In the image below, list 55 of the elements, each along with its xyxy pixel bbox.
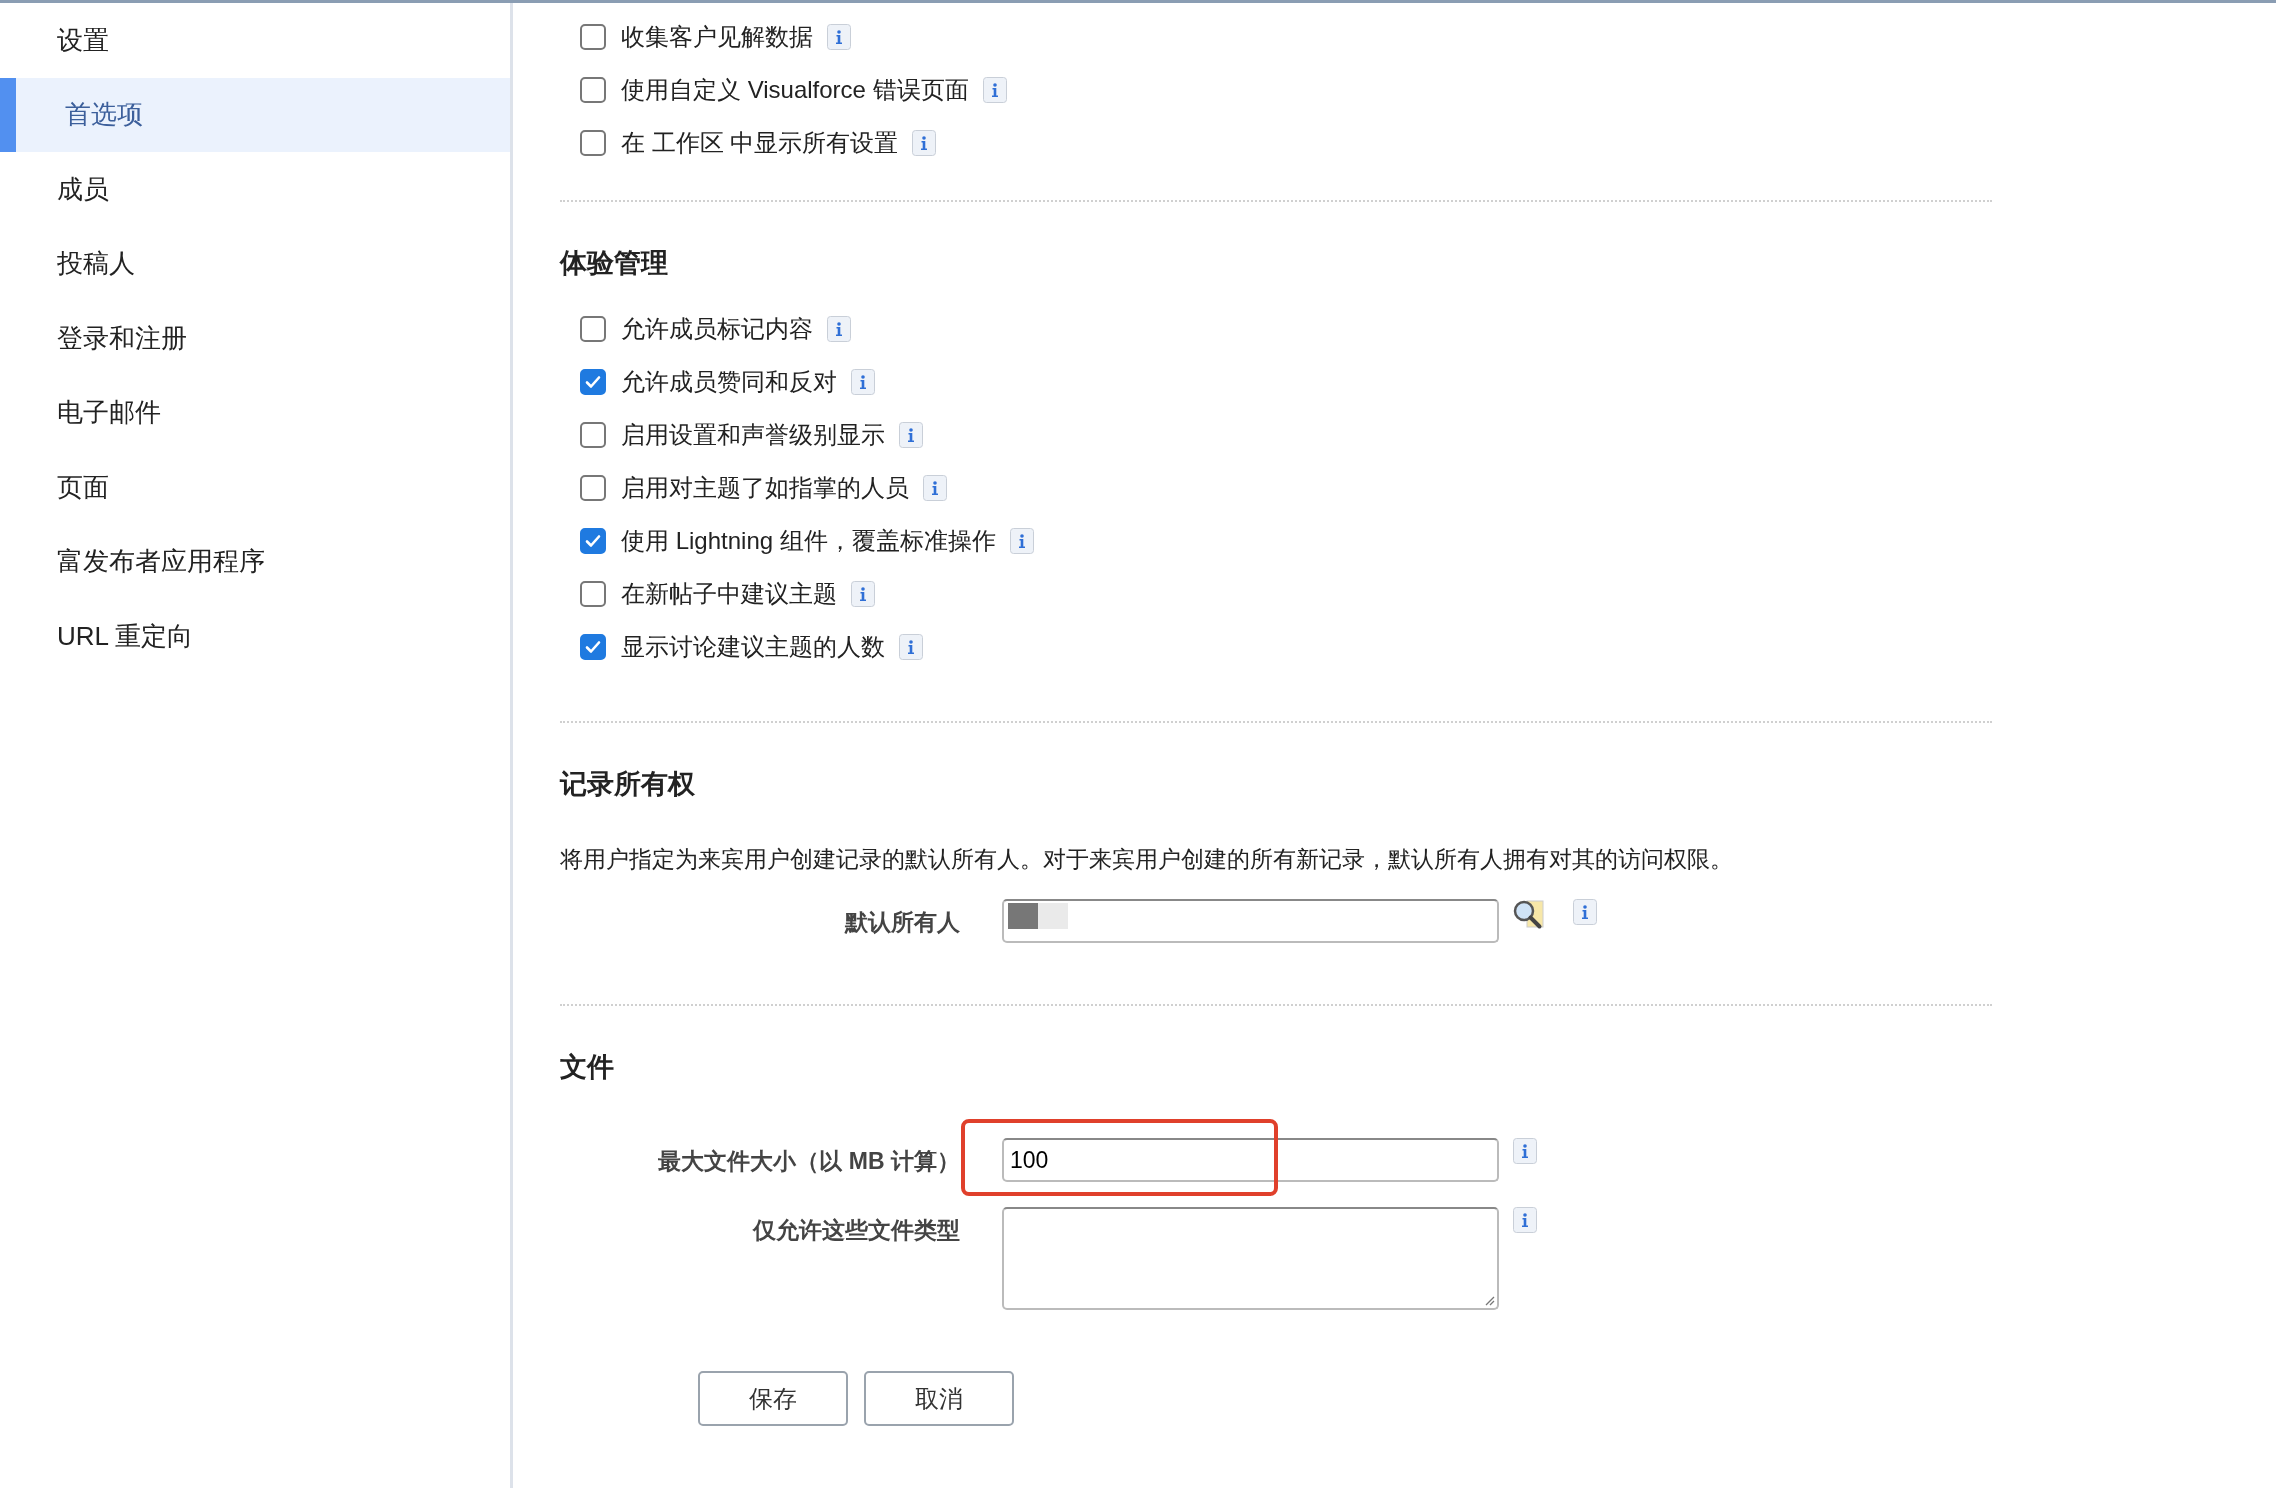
checkbox[interactable] bbox=[580, 76, 606, 103]
sidebar-item[interactable]: 登录和注册 bbox=[0, 301, 510, 376]
option-label: 启用设置和声誉级别显示 bbox=[621, 419, 885, 450]
info-icon[interactable] bbox=[1009, 527, 1034, 554]
search-icon[interactable] bbox=[1511, 899, 1545, 931]
info-icon[interactable] bbox=[923, 474, 947, 501]
option-label: 使用自定义 Visualforce 错误页面 bbox=[621, 74, 969, 105]
checkbox[interactable] bbox=[580, 474, 606, 501]
sidebar-item[interactable]: 首选项 bbox=[0, 77, 510, 152]
info-icon[interactable] bbox=[912, 129, 937, 156]
info-icon[interactable] bbox=[827, 23, 851, 50]
section-heading: 文件 bbox=[560, 1051, 615, 1084]
field-label: 默认所有人 bbox=[843, 908, 960, 937]
action-button[interactable]: 保存 bbox=[698, 1371, 848, 1426]
section-heading: 记录所有权 bbox=[560, 768, 696, 801]
action-button[interactable]: 取消 bbox=[864, 1371, 1014, 1426]
field-label: 最大文件大小（以 MB 计算） bbox=[657, 1147, 960, 1176]
info-icon[interactable] bbox=[827, 315, 851, 342]
option-label: 允许成员赞同和反对 bbox=[621, 366, 837, 397]
info-icon[interactable] bbox=[1513, 1207, 1537, 1233]
sidebar-item[interactable]: 富发布者应用程序 bbox=[0, 524, 510, 599]
sidebar-item[interactable]: 设置 bbox=[0, 3, 510, 78]
checkbox[interactable] bbox=[580, 368, 606, 395]
info-icon[interactable] bbox=[1573, 899, 1597, 925]
field-label: 仅允许这些文件类型 bbox=[751, 1216, 960, 1245]
option-label: 使用 Lightning 组件，覆盖标准操作 bbox=[621, 525, 996, 556]
info-icon[interactable] bbox=[899, 633, 923, 660]
option-label: 在新帖子中建议主题 bbox=[621, 578, 837, 609]
checkbox[interactable] bbox=[580, 129, 606, 156]
info-icon[interactable] bbox=[1513, 1138, 1537, 1164]
checkbox[interactable] bbox=[580, 527, 606, 554]
sidebar-item[interactable]: 成员 bbox=[0, 152, 510, 227]
checkbox[interactable] bbox=[580, 421, 606, 448]
input-field[interactable]: 100 bbox=[1002, 1138, 1499, 1182]
info-icon[interactable] bbox=[851, 580, 875, 607]
checkbox[interactable] bbox=[580, 315, 606, 342]
section-heading: 体验管理 bbox=[560, 247, 669, 280]
info-icon[interactable] bbox=[899, 421, 923, 448]
checkbox[interactable] bbox=[580, 23, 606, 50]
option-label: 显示讨论建议主题的人数 bbox=[621, 631, 885, 662]
resize-grip-icon[interactable] bbox=[1483, 1294, 1495, 1306]
option-label: 在 工作区 中显示所有设置 bbox=[621, 127, 899, 158]
owner-input-field[interactable] bbox=[1002, 899, 1499, 943]
checkbox[interactable] bbox=[580, 633, 606, 660]
sidebar-item[interactable]: 页面 bbox=[0, 450, 510, 525]
description-text: 将用户指定为来宾用户创建记录的默认所有人。对于来宾用户创建的所有新记录，默认所有人拥有对其的访问权限。 bbox=[560, 846, 1734, 872]
sidebar-item[interactable]: 电子邮件 bbox=[0, 375, 510, 450]
info-icon[interactable] bbox=[851, 368, 875, 395]
option-label: 启用对主题了如指掌的人员 bbox=[621, 472, 909, 503]
sidebar-item[interactable]: URL 重定向 bbox=[0, 599, 510, 674]
checkbox[interactable] bbox=[580, 580, 606, 607]
option-label: 允许成员标记内容 bbox=[621, 313, 813, 344]
sidebar-item[interactable]: 投稿人 bbox=[0, 226, 510, 301]
option-label: 收集客户见解数据 bbox=[621, 21, 813, 52]
info-icon[interactable] bbox=[982, 76, 1007, 103]
